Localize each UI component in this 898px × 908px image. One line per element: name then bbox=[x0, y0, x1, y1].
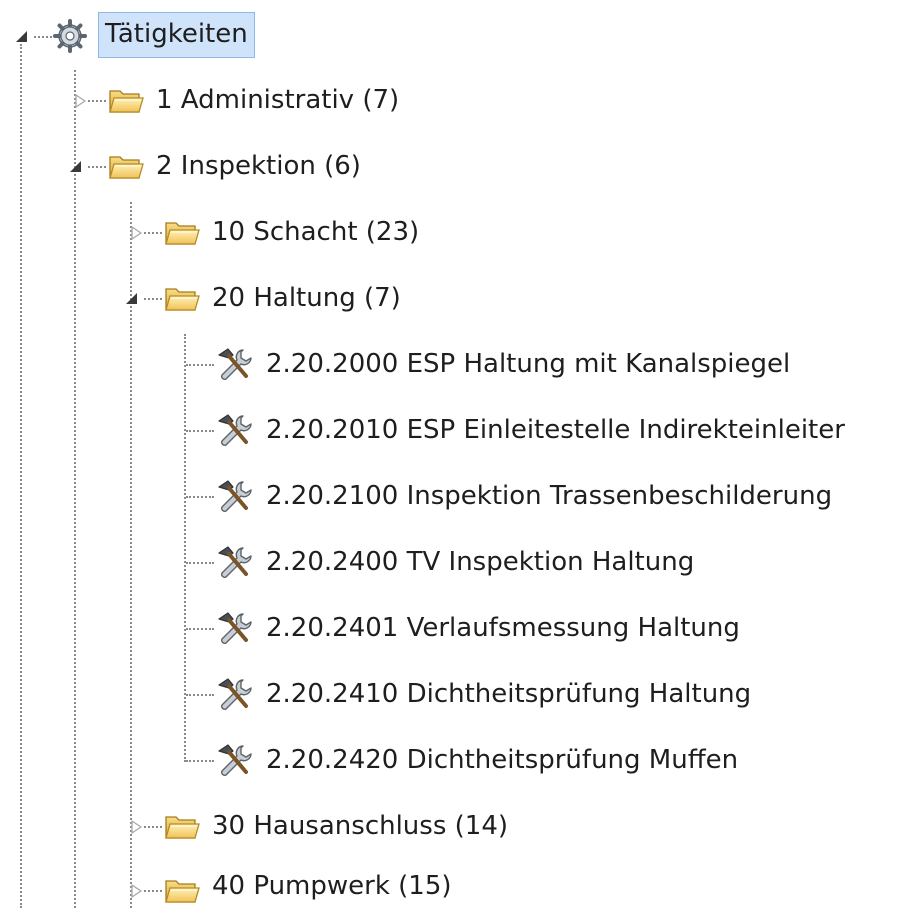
expanded-arrow-icon bbox=[14, 28, 30, 46]
tree-node-pumpwerk-label[interactable]: 40 Pumpwerk (15) bbox=[208, 864, 456, 908]
tree-connector bbox=[144, 298, 162, 300]
tree-node-haltung-label[interactable]: 20 Haltung (7) bbox=[208, 276, 405, 320]
activity-tree: Tätigkeiten 1 Administrativ (7) 2 Inspek… bbox=[0, 0, 898, 908]
expand-toggle-administrativ[interactable] bbox=[72, 92, 88, 110]
tree-connector bbox=[88, 100, 106, 102]
tree-leaf-label[interactable]: 2.20.2410 Dichtheitsprüfung Haltung bbox=[262, 672, 755, 716]
tree-connector bbox=[144, 826, 162, 828]
tools-icon bbox=[216, 610, 252, 646]
tree-node-administrativ-label[interactable]: 1 Administrativ (7) bbox=[152, 78, 403, 122]
collapse-toggle-root[interactable] bbox=[14, 28, 30, 46]
tree-connector bbox=[34, 36, 52, 38]
tree-node-root-label[interactable]: Tätigkeiten bbox=[98, 12, 255, 58]
gear-icon bbox=[52, 18, 88, 54]
tools-icon bbox=[216, 478, 252, 514]
folder-icon bbox=[164, 280, 200, 316]
tools-icon bbox=[216, 742, 252, 778]
tree-leaf-label[interactable]: 2.20.2100 Inspektion Trassenbeschilderun… bbox=[262, 474, 836, 518]
collapse-toggle-haltung[interactable] bbox=[124, 290, 140, 308]
expand-toggle-pumpwerk[interactable] bbox=[128, 882, 144, 900]
tree-connector bbox=[186, 430, 214, 432]
folder-icon bbox=[108, 82, 144, 118]
tools-icon bbox=[216, 676, 252, 712]
tools-icon bbox=[216, 346, 252, 382]
tree-connector bbox=[144, 232, 162, 234]
tree-connector bbox=[186, 694, 214, 696]
folder-icon bbox=[164, 872, 200, 908]
expanded-arrow-icon bbox=[124, 290, 140, 308]
tree-leaf-label[interactable]: 2.20.2400 TV Inspektion Haltung bbox=[262, 540, 698, 584]
folder-icon bbox=[108, 148, 144, 184]
tree-connector bbox=[88, 166, 106, 168]
collapse-toggle-inspektion[interactable] bbox=[68, 158, 84, 176]
collapsed-arrow-icon bbox=[72, 92, 88, 110]
tree-guide-line bbox=[20, 44, 22, 908]
tree-leaf-label[interactable]: 2.20.2000 ESP Haltung mit Kanalspiegel bbox=[262, 342, 794, 386]
tree-connector bbox=[186, 562, 214, 564]
tree-connector bbox=[186, 628, 214, 630]
collapsed-arrow-icon bbox=[128, 882, 144, 900]
tree-connector bbox=[186, 760, 214, 762]
expand-toggle-hausanschluss[interactable] bbox=[128, 818, 144, 836]
tree-connector bbox=[186, 364, 214, 366]
tree-guide-line bbox=[74, 70, 76, 908]
tree-leaf-label[interactable]: 2.20.2420 Dichtheitsprüfung Muffen bbox=[262, 738, 742, 782]
tree-guide-line bbox=[184, 334, 186, 762]
tree-node-hausanschluss-label[interactable]: 30 Hausanschluss (14) bbox=[208, 804, 512, 848]
folder-icon bbox=[164, 214, 200, 250]
tree-connector bbox=[144, 890, 162, 892]
expand-toggle-schacht[interactable] bbox=[128, 224, 144, 242]
collapsed-arrow-icon bbox=[128, 818, 144, 836]
collapsed-arrow-icon bbox=[128, 224, 144, 242]
tree-leaf-label[interactable]: 2.20.2010 ESP Einleitestelle Indirektein… bbox=[262, 408, 849, 452]
tree-leaf-label[interactable]: 2.20.2401 Verlaufsmessung Haltung bbox=[262, 606, 744, 650]
tree-node-schacht-label[interactable]: 10 Schacht (23) bbox=[208, 210, 423, 254]
tools-icon bbox=[216, 412, 252, 448]
tools-icon bbox=[216, 544, 252, 580]
folder-icon bbox=[164, 808, 200, 844]
tree-node-inspektion-label[interactable]: 2 Inspektion (6) bbox=[152, 144, 365, 188]
expanded-arrow-icon bbox=[68, 158, 84, 176]
tree-connector bbox=[186, 496, 214, 498]
